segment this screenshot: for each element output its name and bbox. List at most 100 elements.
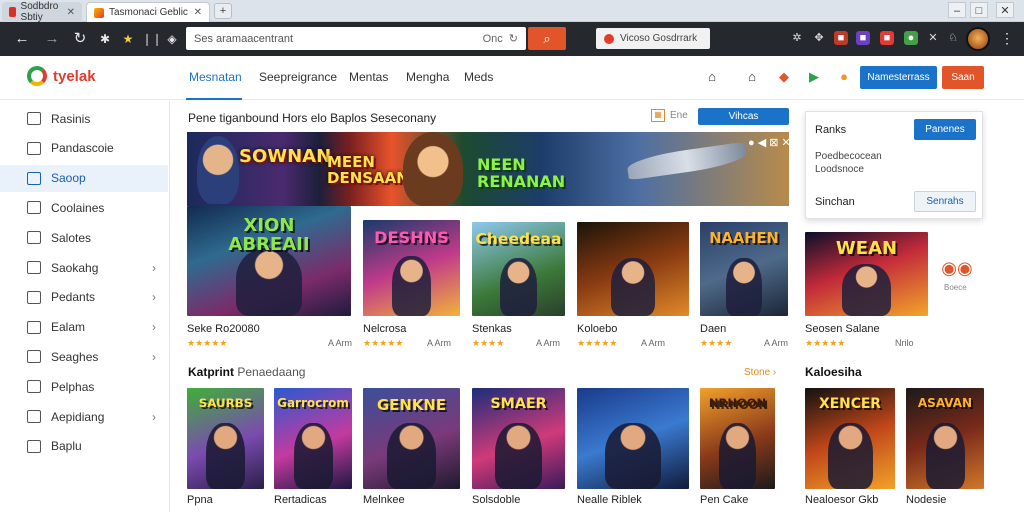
forward-arrow-icon[interactable]: →	[42, 29, 62, 49]
search-go-button[interactable]: ⌕	[528, 27, 566, 50]
sidebar-item[interactable]: Saokahg ›	[0, 254, 168, 281]
bookmark-star-icon[interactable]: ★	[118, 29, 138, 49]
sidebar-item[interactable]: Salotes	[0, 224, 168, 251]
browser-tab-active[interactable]: Tasmonaci Geblic ✕	[86, 2, 210, 22]
game-title[interactable]: Stenkas	[472, 323, 512, 335]
game-thumbnail[interactable]: GENKNE	[363, 388, 460, 489]
header-primary-button[interactable]: Namesterrass	[860, 66, 937, 89]
coin-icon[interactable]: ●	[836, 69, 852, 85]
extension-red-icon[interactable]: ■	[834, 31, 848, 45]
game-character	[610, 257, 656, 316]
extension-gear-icon[interactable]: ✲	[790, 31, 804, 45]
game-title[interactable]: Nelcrosa	[363, 323, 406, 335]
extension-cross-icon[interactable]: ✕	[926, 31, 940, 45]
sidebar-item[interactable]: Pelphas	[0, 373, 168, 400]
game-title[interactable]: Seke Ro20080	[187, 323, 260, 335]
sidebar-item[interactable]: Pedants ›	[0, 284, 168, 311]
back-arrow-icon[interactable]: ←	[12, 29, 32, 49]
featured-banner[interactable]: SOWNAN MEEN DENSAAN NEEN RENANAN	[187, 132, 789, 206]
game-title[interactable]: Koloebo	[577, 323, 617, 335]
bookmark-chip[interactable]: Vicoso Gosdrrark	[596, 28, 710, 49]
nav-link-2[interactable]: Seepreigrance	[259, 70, 337, 84]
game-thumbnail[interactable]: SMAER	[472, 388, 565, 489]
game-title[interactable]: Rertadicas	[274, 494, 327, 506]
extension-rabbit-icon[interactable]: ♘	[946, 31, 960, 45]
game-title[interactable]: Solsdoble	[472, 494, 520, 506]
extension-puzzle-icon[interactable]: ✥	[812, 31, 826, 45]
extension-green-icon[interactable]: ●	[904, 31, 918, 45]
nav-link-5[interactable]: Meds	[464, 70, 493, 84]
sidebar-item[interactable]: Aepidiang ›	[0, 403, 168, 430]
game-thumbnail[interactable]: Cheedeaa	[472, 222, 565, 316]
game-rating-stars: ★★★★	[472, 338, 505, 348]
game-title[interactable]: Nealle Riblek	[577, 494, 642, 506]
game-character	[392, 256, 431, 316]
browser-menu-icon[interactable]: ⋮	[998, 30, 1016, 48]
sidebar-item[interactable]: Ealam ›	[0, 314, 168, 341]
game-thumbnail[interactable]: DESHNS	[363, 220, 460, 316]
header-secondary-button[interactable]: Saan	[942, 66, 984, 89]
browser-tab-inactive[interactable]: Sodbdro Sbtiy ✕	[2, 1, 82, 23]
profile-avatar[interactable]	[966, 27, 990, 51]
game-thumbnail[interactable]	[577, 388, 689, 489]
game-title[interactable]: Pen Cake	[700, 494, 748, 506]
nav-link-4[interactable]: Mengha	[406, 70, 449, 84]
game-title[interactable]: Seosen Salane	[805, 323, 880, 335]
see-all-link[interactable]: Stone ›	[744, 367, 776, 378]
game-thumbnail[interactable]: Garrocrom	[274, 388, 352, 489]
game-thumbnail[interactable]: XION ABREAII	[187, 206, 351, 316]
sidebar-item[interactable]: Baplu	[0, 433, 168, 460]
tab-close-icon[interactable]: ✕	[194, 7, 202, 18]
extension-purple-icon[interactable]: ■	[856, 31, 870, 45]
game-character	[495, 423, 542, 489]
game-title[interactable]: Nealoesor Gkb	[805, 494, 878, 506]
shield-icon[interactable]: ◈	[162, 29, 182, 49]
reload-icon[interactable]: ↻	[70, 29, 90, 49]
game-thumbnail[interactable]: SAURBS	[187, 388, 264, 489]
user-icon[interactable]: ⌂	[704, 69, 720, 85]
game-thumbnail[interactable]: ASAVAN	[906, 388, 984, 489]
extension-pin-icon[interactable]: ■	[880, 31, 894, 45]
minimize-button[interactable]: –	[948, 2, 966, 18]
sidebar-item-label: Ealam	[51, 320, 86, 335]
new-tab-button[interactable]: +	[214, 3, 232, 19]
maximize-button[interactable]: □	[970, 2, 988, 18]
refresh-small-icon[interactable]: ↻	[509, 32, 518, 45]
game-art-title: XENCER	[819, 396, 881, 413]
popup-secondary-button[interactable]: Senrahs	[914, 191, 976, 212]
sidebar-item[interactable]: Saoop	[0, 164, 168, 192]
tab-title: Tasmonaci Geblic	[109, 7, 188, 18]
controller-icon[interactable]: ◉◉	[940, 258, 974, 282]
sidebar-item[interactable]: Seaghes ›	[0, 343, 168, 370]
sidebar-toggle-icon[interactable]: ❘❘	[142, 29, 162, 49]
site-logo-icon[interactable]	[27, 66, 47, 86]
sidebar-item[interactable]: Rasinis	[0, 105, 168, 132]
game-title[interactable]: Melnkee	[363, 494, 405, 506]
sidebar-item[interactable]: Pandascoie	[0, 135, 168, 162]
home-icon[interactable]: ✱	[95, 29, 115, 49]
game-thumbnail[interactable]: NRHOON	[700, 388, 775, 489]
nav-link-3[interactable]: Mentas	[349, 70, 388, 84]
game-thumbnail[interactable]: XENCER	[805, 388, 895, 489]
game-title[interactable]: Nodesie	[906, 494, 946, 506]
fire-icon[interactable]: ◆	[776, 69, 792, 85]
featured-button[interactable]: Vihcas	[698, 108, 789, 125]
game-title[interactable]: Ppna	[187, 494, 213, 506]
game-thumbnail[interactable]: NAAHEN	[700, 222, 788, 316]
nav-link-1[interactable]: Mesnatan	[189, 70, 242, 84]
tab-close-icon[interactable]: ✕	[67, 7, 75, 18]
game-thumbnail[interactable]	[577, 222, 689, 316]
close-window-button[interactable]: ✕	[996, 2, 1014, 18]
game-title[interactable]: Daen	[700, 323, 726, 335]
banner-controls[interactable]: ● ◀ ⊠ ✕	[748, 136, 791, 149]
brand-name[interactable]: tyelak	[53, 68, 96, 85]
sidebar-item-icon	[27, 350, 41, 364]
game-character	[293, 423, 333, 489]
game-thumbnail[interactable]: WEAN	[805, 232, 928, 316]
play-icon[interactable]: ▶	[806, 69, 822, 85]
address-bar[interactable]: Ses aramaacentrant Onc ↻	[186, 27, 526, 50]
popup-primary-button[interactable]: Panenes	[914, 119, 976, 140]
gamepad-icon[interactable]: ⌂	[744, 69, 760, 85]
sidebar-item[interactable]: Coolaines	[0, 194, 168, 221]
featured-grid-icon[interactable]: ▦	[651, 109, 665, 122]
